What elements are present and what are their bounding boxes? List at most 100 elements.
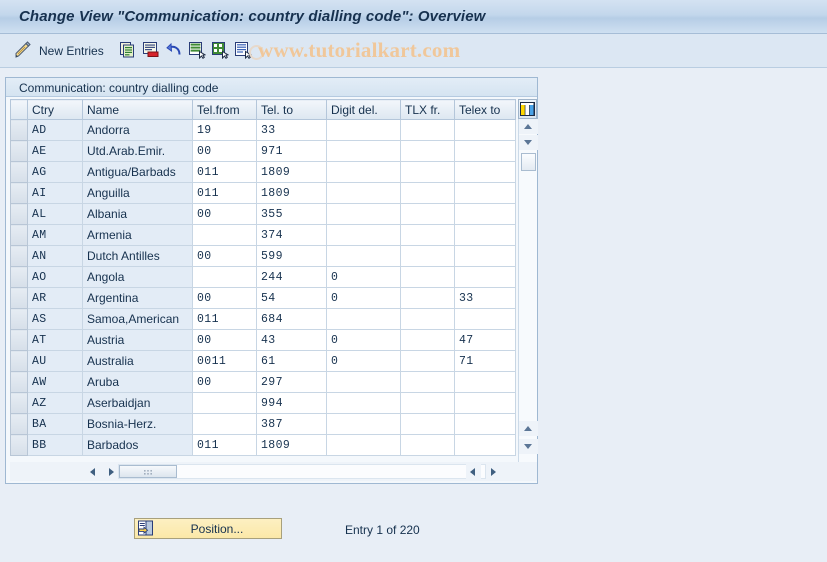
row-select-cell[interactable] bbox=[10, 182, 28, 204]
deselect-all-button[interactable] bbox=[211, 41, 230, 62]
cell-name[interactable]: Angola bbox=[82, 266, 193, 288]
cell-tlx-fr[interactable] bbox=[400, 350, 455, 372]
row-select-cell[interactable] bbox=[10, 119, 28, 141]
column-header-digitdel[interactable]: Digit del. bbox=[326, 99, 401, 120]
cell-tlx-fr[interactable] bbox=[400, 203, 455, 225]
cell-tel-from[interactable]: 00 bbox=[192, 329, 257, 351]
row-select-cell[interactable] bbox=[10, 245, 28, 267]
cell-digit-del[interactable] bbox=[326, 140, 401, 162]
cell-tlx-fr[interactable] bbox=[400, 371, 455, 393]
cell-telex-to[interactable] bbox=[454, 119, 516, 141]
cell-digit-del[interactable] bbox=[326, 161, 401, 183]
cell-telex-to[interactable] bbox=[454, 434, 516, 456]
cell-digit-del[interactable] bbox=[326, 224, 401, 246]
cell-tel-to[interactable]: 971 bbox=[256, 140, 327, 162]
cell-digit-del[interactable]: 0 bbox=[326, 266, 401, 288]
vertical-scroll-thumb[interactable] bbox=[521, 153, 536, 171]
h-scroll-right-button-2[interactable] bbox=[486, 464, 501, 479]
column-header-name[interactable]: Name bbox=[82, 99, 193, 120]
cell-name[interactable]: Australia bbox=[82, 350, 193, 372]
row-select-cell[interactable] bbox=[10, 308, 28, 330]
cell-digit-del[interactable] bbox=[326, 371, 401, 393]
cell-tel-from[interactable]: 00 bbox=[192, 245, 257, 267]
cell-telex-to[interactable] bbox=[454, 392, 516, 414]
table-row[interactable]: AW Aruba 00 297 bbox=[10, 371, 516, 393]
cell-digit-del[interactable] bbox=[326, 308, 401, 330]
cell-digit-del[interactable] bbox=[326, 119, 401, 141]
cell-tel-to[interactable]: 599 bbox=[256, 245, 327, 267]
row-select-cell[interactable] bbox=[10, 350, 28, 372]
row-select-cell[interactable] bbox=[10, 371, 28, 393]
cell-digit-del[interactable] bbox=[326, 434, 401, 456]
table-row[interactable]: AR Argentina 00 54 0 33 bbox=[10, 287, 516, 309]
row-select-cell[interactable] bbox=[10, 287, 28, 309]
table-vertical-scrollbar[interactable] bbox=[518, 119, 538, 462]
cell-tel-from[interactable]: 0011 bbox=[192, 350, 257, 372]
cell-tlx-fr[interactable] bbox=[400, 308, 455, 330]
cell-tel-to[interactable]: 994 bbox=[256, 392, 327, 414]
cell-tel-from[interactable] bbox=[192, 392, 257, 414]
row-select-cell[interactable] bbox=[10, 266, 28, 288]
cell-tel-from[interactable]: 00 bbox=[192, 371, 257, 393]
cell-tel-to[interactable]: 355 bbox=[256, 203, 327, 225]
h-scroll-left-button-2[interactable] bbox=[466, 464, 481, 479]
cell-tlx-fr[interactable] bbox=[400, 329, 455, 351]
scroll-up-button[interactable] bbox=[519, 119, 538, 134]
cell-ctry[interactable]: AR bbox=[27, 287, 83, 309]
table-row[interactable]: AO Angola 244 0 bbox=[10, 266, 516, 288]
cell-ctry[interactable]: AL bbox=[27, 203, 83, 225]
column-header-select[interactable] bbox=[10, 99, 28, 120]
cell-tel-from[interactable]: 011 bbox=[192, 161, 257, 183]
scroll-page-down-button[interactable] bbox=[519, 439, 538, 454]
cell-telex-to[interactable] bbox=[454, 182, 516, 204]
cell-ctry[interactable]: AE bbox=[27, 140, 83, 162]
table-row[interactable]: AU Australia 0011 61 0 71 bbox=[10, 350, 516, 372]
cell-telex-to[interactable]: 47 bbox=[454, 329, 516, 351]
cell-name[interactable]: Austria bbox=[82, 329, 193, 351]
horizontal-scroll-thumb[interactable] bbox=[119, 465, 177, 478]
cell-digit-del[interactable] bbox=[326, 245, 401, 267]
table-row[interactable]: AS Samoa,American 011 684 bbox=[10, 308, 516, 330]
column-header-ctry[interactable]: Ctry bbox=[27, 99, 83, 120]
cell-tel-from[interactable] bbox=[192, 266, 257, 288]
table-row[interactable]: AN Dutch Antilles 00 599 bbox=[10, 245, 516, 267]
cell-tlx-fr[interactable] bbox=[400, 413, 455, 435]
cell-telex-to[interactable]: 71 bbox=[454, 350, 516, 372]
undo-button[interactable] bbox=[165, 41, 183, 62]
cell-ctry[interactable]: AN bbox=[27, 245, 83, 267]
cell-name[interactable]: Utd.Arab.Emir. bbox=[82, 140, 193, 162]
h-scroll-track[interactable] bbox=[118, 464, 486, 479]
pencil-display-change-icon[interactable] bbox=[13, 41, 33, 64]
table-row[interactable]: AT Austria 00 43 0 47 bbox=[10, 329, 516, 351]
cell-ctry[interactable]: AU bbox=[27, 350, 83, 372]
cell-tel-from[interactable]: 011 bbox=[192, 434, 257, 456]
cell-telex-to[interactable]: 33 bbox=[454, 287, 516, 309]
cell-tel-from[interactable]: 00 bbox=[192, 287, 257, 309]
row-select-cell[interactable] bbox=[10, 140, 28, 162]
cell-tlx-fr[interactable] bbox=[400, 434, 455, 456]
cell-name[interactable]: Dutch Antilles bbox=[82, 245, 193, 267]
cell-tlx-fr[interactable] bbox=[400, 392, 455, 414]
table-row[interactable]: AM Armenia 374 bbox=[10, 224, 516, 246]
cell-digit-del[interactable]: 0 bbox=[326, 287, 401, 309]
row-select-cell[interactable] bbox=[10, 434, 28, 456]
row-select-cell[interactable] bbox=[10, 392, 28, 414]
new-entries-button[interactable]: New Entries bbox=[39, 44, 104, 58]
scroll-down-button[interactable] bbox=[519, 135, 538, 150]
row-select-cell[interactable] bbox=[10, 224, 28, 246]
row-select-cell[interactable] bbox=[10, 161, 28, 183]
cell-tel-from[interactable] bbox=[192, 413, 257, 435]
cell-tel-to[interactable]: 61 bbox=[256, 350, 327, 372]
cell-name[interactable]: Aserbaidjan bbox=[82, 392, 193, 414]
cell-telex-to[interactable] bbox=[454, 161, 516, 183]
cell-tel-to[interactable]: 244 bbox=[256, 266, 327, 288]
cell-ctry[interactable]: BB bbox=[27, 434, 83, 456]
cell-tlx-fr[interactable] bbox=[400, 266, 455, 288]
cell-telex-to[interactable] bbox=[454, 266, 516, 288]
cell-name[interactable]: Aruba bbox=[82, 371, 193, 393]
cell-tel-to[interactable]: 1809 bbox=[256, 161, 327, 183]
position-button[interactable]: Position... bbox=[134, 518, 282, 539]
cell-telex-to[interactable] bbox=[454, 224, 516, 246]
cell-ctry[interactable]: AD bbox=[27, 119, 83, 141]
table-row[interactable]: AG Antigua/Barbads 011 1809 bbox=[10, 161, 516, 183]
